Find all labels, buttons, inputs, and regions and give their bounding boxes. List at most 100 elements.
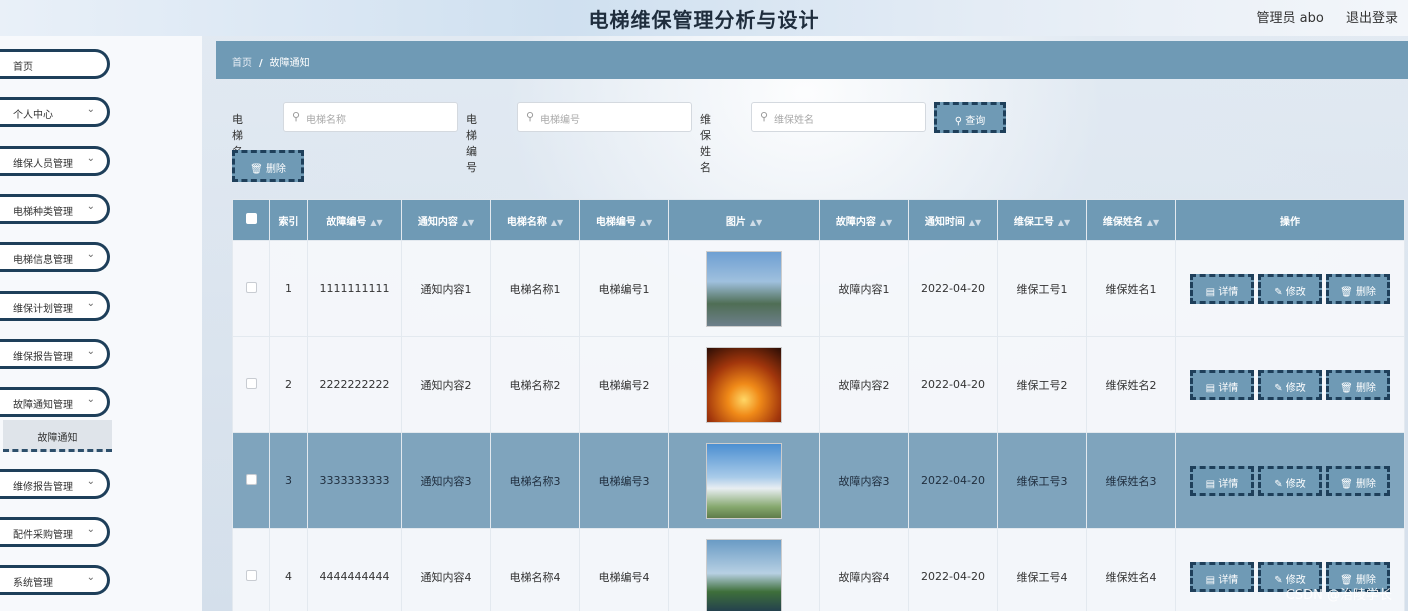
chevron-down-icon: ⌄ bbox=[86, 524, 95, 535]
table-header-row: 索引 故障编号 ▲▼ 通知内容 ▲▼ 电梯名称 ▲▼ 电梯编号 ▲▼ 图片 ▲▼ 故障内容… bbox=[232, 199, 1405, 241]
column-header[interactable]: 图片 ▲▼ bbox=[668, 199, 820, 241]
breadcrumb-home[interactable]: 首页 bbox=[232, 58, 252, 69]
column-label: 通知内容 bbox=[417, 216, 458, 228]
watermark: CSDN @治陵学长 bbox=[1285, 588, 1392, 603]
app-title: 电梯维保管理分析与设计 bbox=[588, 8, 820, 32]
sidebar-item-staff[interactable]: 维保人员管理 ⌄ bbox=[0, 146, 110, 176]
row-checkbox[interactable] bbox=[245, 281, 257, 293]
cell-time: 2022-04-20 bbox=[908, 432, 998, 529]
row-checkbox-cell[interactable] bbox=[232, 528, 270, 611]
detail-button[interactable]: ▤ 详情 bbox=[1190, 561, 1254, 592]
column-label: 故障内容 bbox=[835, 216, 876, 228]
power-plant-image bbox=[706, 442, 782, 519]
table-row[interactable]: 1 1111111111 通知内容1 电梯名称1 电梯编号1 故障内容1 202… bbox=[232, 240, 1405, 337]
sidebar-item-elevator-types[interactable]: 电梯种类管理 ⌄ bbox=[0, 194, 110, 224]
logout-link[interactable]: 退出登录 bbox=[1346, 11, 1398, 26]
sort-icon[interactable]: ▲▼ bbox=[1147, 218, 1159, 227]
sort-icon[interactable]: ▲▼ bbox=[370, 218, 382, 227]
edit-button[interactable]: ✎ 修改 bbox=[1258, 369, 1322, 400]
row-checkbox[interactable] bbox=[245, 377, 257, 389]
sort-icon[interactable]: ▲▼ bbox=[551, 218, 563, 227]
column-label: 索引 bbox=[278, 216, 299, 228]
sidebar-item-elevator-info[interactable]: 电梯信息管理 ⌄ bbox=[0, 242, 110, 272]
delete-button[interactable]: 🗑 删除 bbox=[1326, 273, 1390, 304]
column-header[interactable]: 通知内容 ▲▼ bbox=[401, 199, 491, 241]
table-row[interactable]: 4 4444444444 通知内容4 电梯名称4 电梯编号4 故障内容4 202… bbox=[232, 528, 1405, 611]
sunset-pylons-image bbox=[706, 346, 782, 423]
detail-button[interactable]: ▤ 详情 bbox=[1190, 273, 1254, 304]
column-label: 故障编号 bbox=[326, 216, 367, 228]
sidebar-item-parts[interactable]: 配件采购管理 ⌄ bbox=[0, 517, 110, 547]
elevator-name-input[interactable]: ⚲ 电梯名称 bbox=[283, 102, 458, 132]
row-checkbox[interactable] bbox=[245, 569, 257, 581]
column-header[interactable]: 通知时间 ▲▼ bbox=[908, 199, 998, 241]
user-area: 管理员 abo 退出登录 bbox=[1239, 7, 1398, 26]
query-button[interactable]: ⚲ 查询 bbox=[934, 102, 1006, 133]
column-header[interactable]: 维保工号 ▲▼ bbox=[997, 199, 1087, 241]
column-header[interactable]: 故障编号 ▲▼ bbox=[307, 199, 402, 241]
sidebar-item-fault-notice[interactable]: 故障通知管理 ⌄ bbox=[0, 387, 110, 417]
detail-button[interactable]: ▤ 详情 bbox=[1190, 369, 1254, 400]
cell-fault: 故障内容1 bbox=[819, 240, 909, 337]
column-header[interactable]: 维保姓名 ▲▼ bbox=[1086, 199, 1176, 241]
cell-image bbox=[668, 336, 820, 433]
sort-icon[interactable]: ▲▼ bbox=[1058, 218, 1070, 227]
sidebar-item-profile[interactable]: 个人中心 ⌄ bbox=[0, 97, 110, 127]
input-placeholder: 电梯编号 bbox=[540, 115, 580, 126]
sidebar-item-plan[interactable]: 维保计划管理 ⌄ bbox=[0, 291, 110, 321]
cell-index: 4 bbox=[269, 528, 308, 611]
table-row[interactable]: 3 3333333333 通知内容3 电梯名称3 电梯编号3 故障内容3 202… bbox=[232, 432, 1405, 529]
cell-staff-name: 维保姓名3 bbox=[1086, 432, 1176, 529]
sort-icon[interactable]: ▲▼ bbox=[462, 218, 474, 227]
cell-actions: ▤ 详情 ✎ 修改 🗑 删除 bbox=[1175, 336, 1405, 433]
column-header[interactable]: 电梯名称 ▲▼ bbox=[490, 199, 580, 241]
column-label: 维保姓名 bbox=[1102, 216, 1143, 228]
row-checkbox-cell[interactable] bbox=[232, 336, 270, 433]
trash-icon: 🗑 bbox=[250, 164, 266, 175]
sidebar-item-home[interactable]: 首页 bbox=[0, 49, 110, 79]
cell-actions: ▤ 详情 ✎ 修改 🗑 删除 bbox=[1175, 432, 1405, 529]
row-checkbox[interactable] bbox=[245, 473, 257, 485]
edit-button[interactable]: ✎ 修改 bbox=[1258, 465, 1322, 496]
input-placeholder: 维保姓名 bbox=[774, 115, 814, 126]
sidebar-item-report[interactable]: 维保报告管理 ⌄ bbox=[0, 339, 110, 369]
sort-icon[interactable]: ▲▼ bbox=[640, 218, 652, 227]
sidebar-item-repair-report[interactable]: 维修报告管理 ⌄ bbox=[0, 469, 110, 499]
sort-icon[interactable]: ▲▼ bbox=[750, 218, 762, 227]
staff-name-input[interactable]: ⚲ 维保姓名 bbox=[751, 102, 926, 132]
edit-button[interactable]: ✎ 修改 bbox=[1258, 273, 1322, 304]
sidebar-item-system[interactable]: 系统管理 ⌄ bbox=[0, 565, 110, 595]
elevator-code-input[interactable]: ⚲ 电梯编号 bbox=[517, 102, 692, 132]
row-checkbox-cell[interactable] bbox=[232, 240, 270, 337]
row-checkbox-cell[interactable] bbox=[232, 432, 270, 529]
batch-delete-button[interactable]: 🗑 删除 bbox=[232, 150, 304, 182]
detail-label: 详情 bbox=[1218, 286, 1239, 298]
select-all-checkbox[interactable] bbox=[245, 213, 257, 224]
chevron-down-icon: ⌄ bbox=[86, 153, 95, 164]
search-icon: ⚲ bbox=[760, 110, 769, 123]
delete-button[interactable]: 🗑 删除 bbox=[1326, 465, 1390, 496]
delete-label: 删除 bbox=[1355, 286, 1376, 298]
select-all-cell[interactable] bbox=[232, 199, 270, 241]
table-row[interactable]: 2 2222222222 通知内容2 电梯名称2 电梯编号2 故障内容2 202… bbox=[232, 336, 1405, 433]
column-header[interactable]: 电梯编号 ▲▼ bbox=[579, 199, 669, 241]
breadcrumb-separator: / bbox=[259, 58, 263, 69]
search-icon: ⚲ bbox=[292, 110, 301, 123]
trash-icon: 🗑 bbox=[1340, 382, 1356, 394]
cell-notice: 通知内容2 bbox=[401, 336, 491, 433]
sidebar-item-label: 维保报告管理 bbox=[13, 352, 73, 363]
column-header[interactable]: 故障内容 ▲▼ bbox=[819, 199, 909, 241]
detail-button[interactable]: ▤ 详情 bbox=[1190, 465, 1254, 496]
column-label: 操作 bbox=[1280, 216, 1300, 228]
delete-button[interactable]: 🗑 删除 bbox=[1326, 369, 1390, 400]
cell-staff-no: 维保工号4 bbox=[997, 528, 1087, 611]
sidebar-item-label: 维保计划管理 bbox=[13, 304, 73, 315]
sidebar: 首页 个人中心 ⌄ 维保人员管理 ⌄ 电梯种类管理 ⌄ 电梯信息管理 ⌄ 维保计划管理 ⌄… bbox=[0, 36, 202, 611]
sidebar-item-label: 维修报告管理 bbox=[13, 482, 73, 493]
sort-icon[interactable]: ▲▼ bbox=[880, 218, 892, 227]
detail-label: 详情 bbox=[1218, 382, 1239, 394]
sidebar-subitem-fault-notice[interactable]: 故障通知 bbox=[3, 420, 112, 452]
query-button-label: 查询 bbox=[965, 116, 986, 127]
sort-icon[interactable]: ▲▼ bbox=[969, 218, 981, 227]
cell-fault: 故障内容3 bbox=[819, 432, 909, 529]
